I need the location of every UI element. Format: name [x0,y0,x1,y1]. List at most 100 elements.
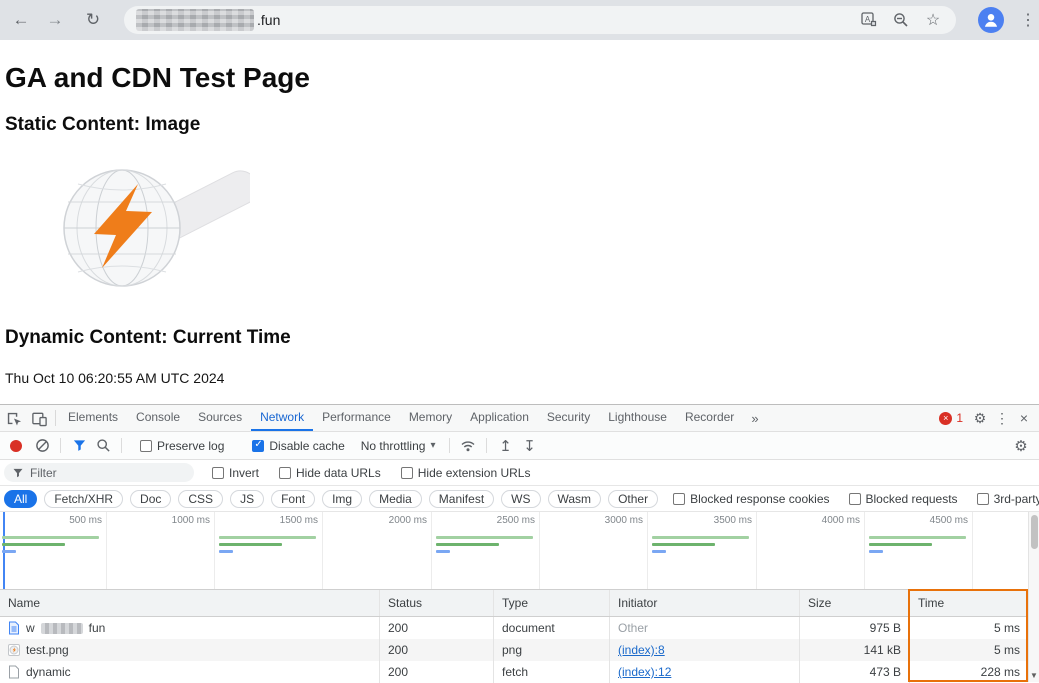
preserve-log-box[interactable] [140,439,152,452]
initiator-link[interactable]: (index):8 [618,643,665,657]
scrollbar-thumb[interactable] [1031,515,1038,549]
tab-performance[interactable]: Performance [313,405,400,431]
error-count: 1 [956,411,963,425]
col-name[interactable]: Name [0,590,380,616]
col-status[interactable]: Status [380,590,494,616]
tab-network[interactable]: Network [251,405,313,431]
filter-toggle-icon[interactable] [67,434,91,458]
filter-input-box[interactable] [4,463,194,482]
tab-memory[interactable]: Memory [400,405,461,431]
request-time: 228 ms [980,665,1020,679]
invert-checkbox[interactable]: Invert [212,466,259,480]
disable-cache-box[interactable] [252,439,265,452]
filter-pill-ws[interactable]: WS [501,489,541,508]
reload-button[interactable]: ↻ [78,5,108,35]
search-network-icon[interactable] [91,434,115,458]
back-button[interactable]: ← [6,5,36,35]
disable-cache-checkbox[interactable]: Disable cache [252,438,345,453]
tab-sources[interactable]: Sources [189,405,251,431]
chevron-down-icon: ▾ [430,440,436,451]
scrollbar-down-arrow[interactable]: ▼ [1029,669,1039,682]
devtools-menu-icon[interactable]: ⋮ [991,406,1013,430]
third-party-requests-checkbox[interactable]: 3rd-party requests [976,492,1039,506]
request-time: 5 ms [993,621,1020,635]
record-network-log-button[interactable] [10,439,22,452]
filter-pill-manifest[interactable]: Manifest [428,489,495,508]
filter-pill-fetch-xhr[interactable]: Fetch/XHR [44,489,124,508]
translate-icon[interactable]: A [858,9,880,31]
tab-application[interactable]: Application [461,405,538,431]
current-time-text: Thu Oct 10 06:20:55 AM UTC 2024 [5,370,225,386]
filter-pill-wasm[interactable]: Wasm [547,489,602,508]
timeline-label: 1000 ms [171,515,210,526]
col-initiator[interactable]: Initiator [610,590,800,616]
error-badge[interactable]: × 1 [939,411,963,425]
forward-button[interactable]: → [40,5,70,35]
tab-recorder[interactable]: Recorder [676,405,743,431]
col-time[interactable]: Time [910,590,1028,616]
document-icon [9,621,19,635]
address-bar[interactable]: .fun A ☆ [124,6,956,34]
blocked-response-cookies-label: Blocked response cookies [690,491,830,506]
network-conditions-icon[interactable] [456,434,480,458]
network-settings-gear-icon[interactable]: ⚙ [1009,434,1033,458]
hide-data-urls-label: Hide data URLs [296,465,381,480]
blocked-response-cookies-checkbox[interactable]: Blocked response cookies [673,491,830,506]
hide-data-urls-checkbox[interactable]: Hide data URLs [279,466,381,480]
filter-pill-all[interactable]: All [4,489,38,508]
col-type[interactable]: Type [494,590,610,616]
import-har-icon[interactable]: ↥ [493,434,517,458]
redacted-url-blur [136,9,254,31]
disable-cache-label: Disable cache [269,438,345,453]
timeline-label: 4000 ms [821,515,860,526]
more-tabs-icon[interactable]: » [743,411,766,426]
filter-pill-js[interactable]: JS [230,489,265,508]
timeline-label: 4500 ms [929,515,968,526]
request-type: fetch [494,661,610,683]
waterfall-bars-group [2,536,102,556]
close-devtools-icon[interactable]: × [1013,406,1035,430]
table-row[interactable]: dynamic 200 fetch (index):12 473 B 228 m… [0,661,1028,683]
blocked-requests-checkbox[interactable]: Blocked requests [848,491,958,506]
waterfall-bars-group [219,536,319,556]
tab-security[interactable]: Security [538,405,599,431]
filter-pill-css[interactable]: CSS [178,489,224,508]
waterfall-bars-group [652,536,752,556]
timeline-label: 3500 ms [713,515,752,526]
devtools-tabbar: Elements Console Sources Network Perform… [0,405,1039,432]
table-scrollbar[interactable]: ▼ [1028,512,1039,682]
browser-menu-icon[interactable]: ⋮ [1018,10,1038,30]
throttling-dropdown[interactable]: No throttling ▾ [361,439,436,453]
tab-elements[interactable]: Elements [59,405,127,431]
request-name: test.png [26,643,69,657]
request-name: w [26,621,35,635]
bookmark-star-icon[interactable]: ☆ [922,9,944,31]
timeline-label: 1500 ms [279,515,318,526]
table-row[interactable]: test.png 200 png (index):8 141 kB 5 ms [0,639,1028,661]
tab-lighthouse[interactable]: Lighthouse [599,405,676,431]
table-row[interactable]: w fun 200 document Other 975 B 5 ms [0,617,1028,639]
filter-pill-media[interactable]: Media [369,489,422,508]
file-icon [9,665,19,679]
hide-extension-urls-checkbox[interactable]: Hide extension URLs [400,466,530,480]
initiator-link[interactable]: (index):12 [618,665,671,679]
inspect-element-icon[interactable] [0,405,26,431]
clear-network-log-icon[interactable] [30,434,54,458]
export-har-icon[interactable]: ↧ [517,434,541,458]
section-heading-image: Static Content: Image [5,114,201,135]
zoom-out-indicator-icon[interactable] [890,9,912,31]
tab-console[interactable]: Console [127,405,189,431]
filter-pill-font[interactable]: Font [271,489,316,508]
devtools-settings-icon[interactable]: ⚙ [969,406,991,430]
device-toolbar-icon[interactable] [26,405,52,431]
filter-pill-doc[interactable]: Doc [130,489,172,508]
page-title: GA and CDN Test Page [5,62,310,93]
profile-avatar[interactable] [978,7,1004,33]
network-overview-timeline[interactable]: 500 ms 1000 ms 1500 ms 2000 ms 2500 ms 3… [0,512,1039,590]
col-size[interactable]: Size [800,590,910,616]
filter-pill-img[interactable]: Img [322,489,363,508]
preserve-log-checkbox[interactable]: Preserve log [140,439,224,453]
blocked-requests-label: Blocked requests [865,491,958,506]
filter-pill-other[interactable]: Other [608,489,659,508]
filter-input[interactable] [30,465,170,480]
